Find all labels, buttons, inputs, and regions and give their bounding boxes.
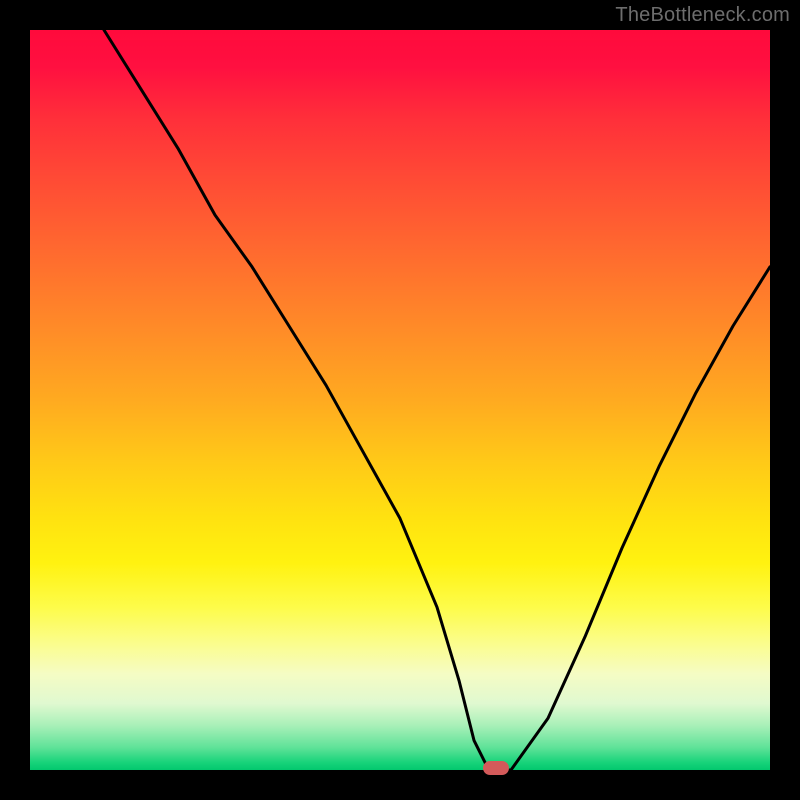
watermark-text: TheBottleneck.com <box>615 4 790 27</box>
plot-area <box>30 30 770 770</box>
optimum-marker <box>483 761 509 775</box>
chart-frame: TheBottleneck.com <box>0 0 800 800</box>
